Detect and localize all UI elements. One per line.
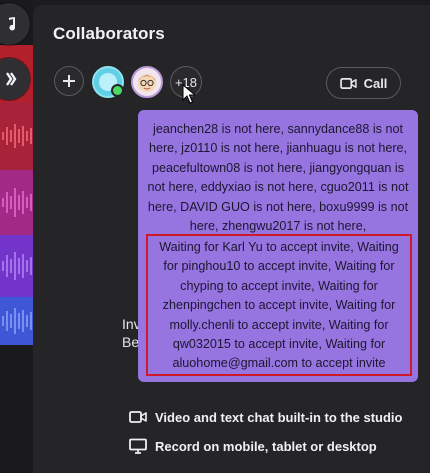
mouse-cursor-icon: [182, 84, 196, 104]
feature-label: Video and text chat built-in to the stud…: [155, 409, 403, 425]
absent-collaborators-text: jeanchen28 is not here, sannydance88 is …: [147, 122, 409, 234]
avatar[interactable]: [131, 66, 163, 98]
monitor-icon: [129, 438, 147, 454]
waveform: [2, 124, 32, 148]
track-block-magenta: [0, 170, 33, 235]
track-strip: [0, 0, 33, 473]
music-note-button[interactable]: [0, 3, 30, 45]
avatar-illustration: [138, 74, 156, 92]
plus-icon: [63, 75, 75, 87]
panel-title: Collaborators: [53, 24, 165, 43]
track-block-blue: [0, 297, 33, 345]
music-note-icon: [9, 17, 16, 31]
track-block-purple: [0, 235, 33, 297]
feature-video-chat: Video and text chat built-in to the stud…: [129, 409, 402, 425]
avatar[interactable]: [92, 66, 124, 98]
call-button[interactable]: Call: [326, 67, 401, 99]
waveform: [2, 188, 32, 217]
video-camera-icon: [339, 77, 357, 89]
video-camera-icon: [129, 411, 147, 423]
call-button-label: Call: [363, 75, 388, 91]
pending-invites-text: Waiting for Karl Yu to accept invite, Wa…: [159, 240, 399, 371]
feature-record-devices: Record on mobile, tablet or desktop: [129, 438, 377, 454]
waveform: [2, 308, 32, 334]
track-block-crimson: [0, 102, 33, 170]
pending-invites-highlight: Waiting for Karl Yu to accept invite, Wa…: [146, 234, 412, 376]
collaborators-tooltip: jeanchen28 is not here, sannydance88 is …: [138, 110, 418, 382]
collaborators-icon: [6, 72, 17, 86]
online-status-dot: [111, 84, 124, 97]
feature-label: Record on mobile, tablet or desktop: [155, 438, 377, 454]
add-collaborator-button[interactable]: [54, 66, 84, 96]
waveform: [2, 252, 32, 280]
